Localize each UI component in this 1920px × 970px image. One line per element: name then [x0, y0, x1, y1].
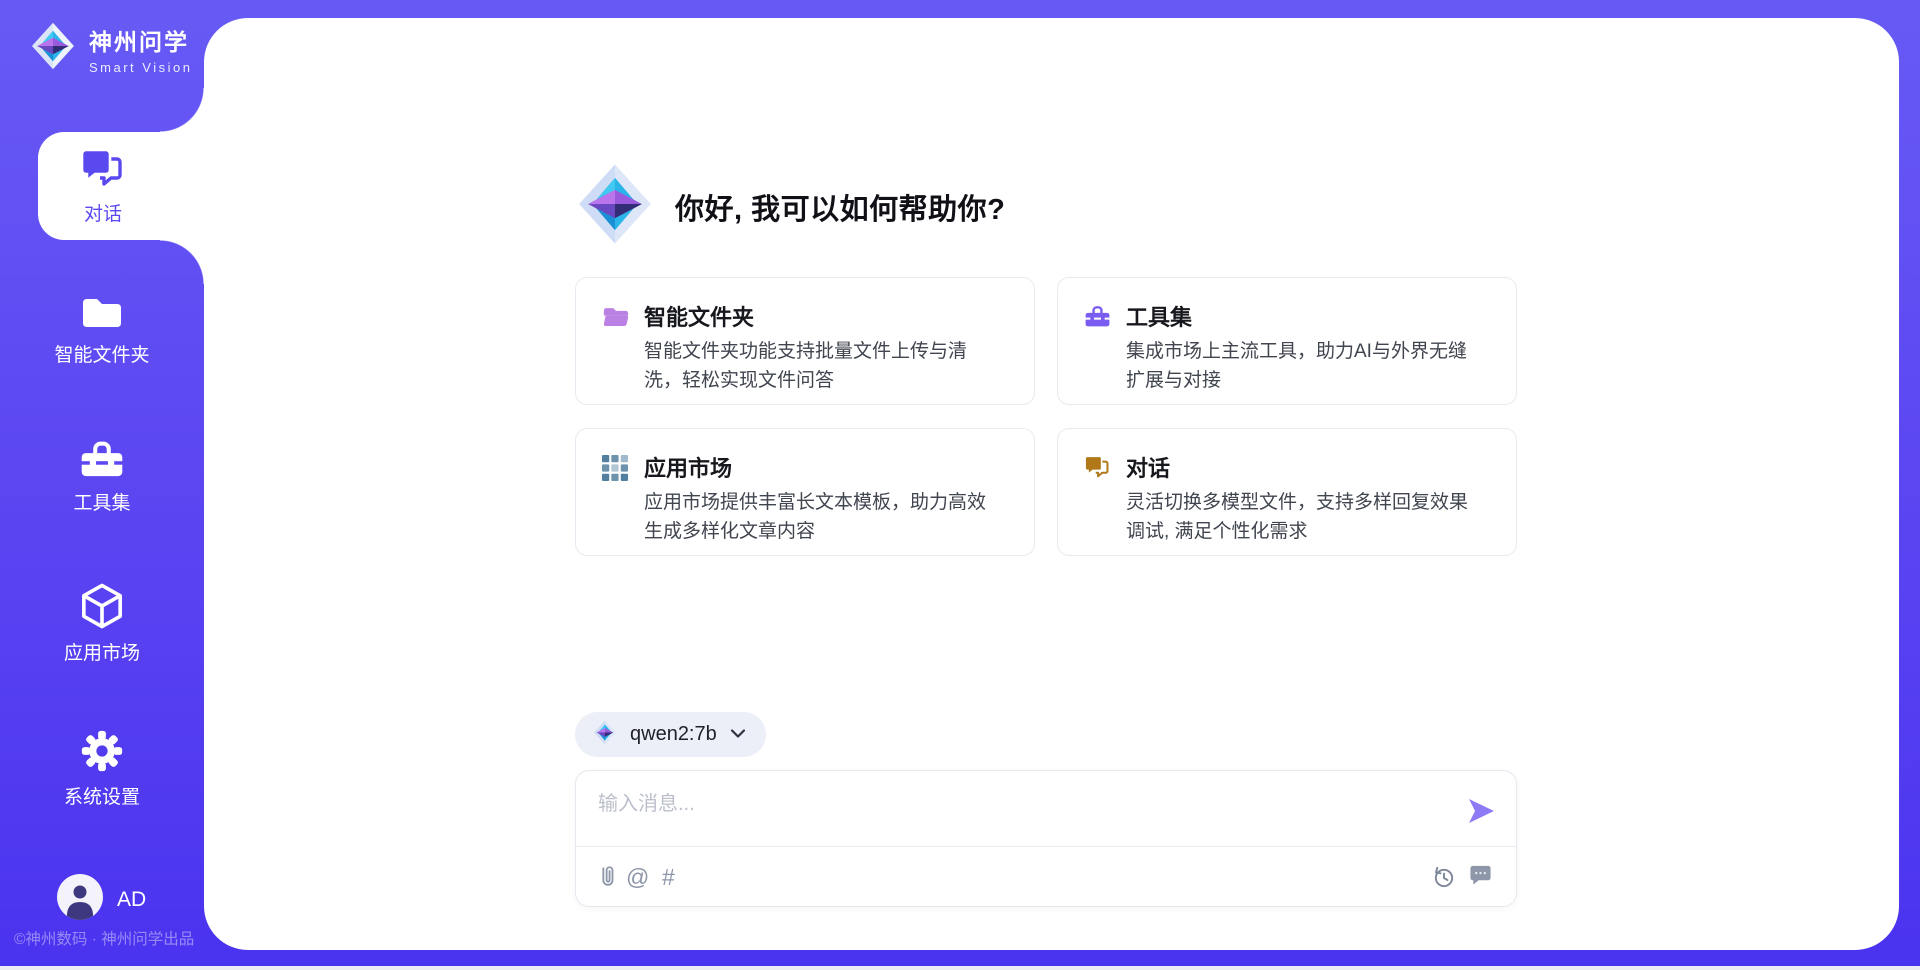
chevron-down-icon [730, 726, 746, 744]
sidebar-item-smart-folder[interactable]: 智能文件夹 [0, 294, 204, 367]
card-smart-folder[interactable]: 智能文件夹 智能文件夹功能支持批量文件上传与清洗，轻松实现文件问答 [575, 277, 1035, 405]
main-panel: 你好, 我可以如何帮助你? 智能文件夹 智能文件夹功能支持批量文件上传与清洗，轻… [204, 18, 1899, 950]
sidebar-item-label: 应用市场 [0, 638, 204, 665]
grid-icon [602, 455, 628, 486]
sidebar-item-label: 工具集 [0, 488, 204, 515]
folder-open-icon [602, 304, 630, 334]
brand-diamond-logo [30, 22, 76, 75]
sidebar-item-app-market[interactable]: 应用市场 [0, 583, 204, 665]
chat-bubbles-icon [80, 148, 126, 165]
topic-icon[interactable]: # [662, 864, 675, 890]
user-initials: AD [117, 888, 146, 912]
window-bottom-edge [0, 966, 1920, 970]
send-icon[interactable] [1466, 797, 1496, 825]
greeting-row: 你好, 我可以如何帮助你? [575, 163, 1005, 250]
copyright-footer: ©神州数码 · 神州问学出品 [14, 927, 194, 949]
cube-icon [81, 583, 123, 600]
card-description: 智能文件夹功能支持批量文件上传与清洗，轻松实现文件问答 [644, 337, 996, 395]
brand-title: 神州问学 [89, 23, 192, 57]
mention-icon[interactable]: @ [626, 864, 649, 890]
chat-bubbles-icon [1084, 455, 1111, 485]
greeting-title: 你好, 我可以如何帮助你? [675, 186, 1005, 228]
composer-toolbar: @ # [576, 847, 1516, 907]
sidebar-item-label: 对话 [20, 199, 186, 226]
card-title: 应用市场 [644, 451, 732, 483]
folder-icon [80, 294, 124, 311]
brand: 神州问学 Smart Vision [30, 22, 192, 75]
card-description: 集成市场上主流工具，助力AI与外界无缝扩展与对接 [1126, 337, 1478, 395]
attachment-icon[interactable] [596, 864, 618, 896]
tab-fillet-bottom [160, 240, 204, 284]
model-name: qwen2:7b [630, 723, 717, 746]
user-account[interactable]: AD [57, 874, 146, 925]
card-chat[interactable]: 对话 灵活切换多模型文件，支持多样回复效果调试, 满足个性化需求 [1057, 428, 1517, 556]
card-title: 智能文件夹 [644, 300, 754, 332]
feedback-chat-icon[interactable] [1469, 864, 1492, 891]
sidebar-item-label: 系统设置 [0, 782, 204, 809]
model-selector[interactable]: qwen2:7b [575, 712, 766, 757]
card-description: 灵活切换多模型文件，支持多样回复效果调试, 满足个性化需求 [1126, 488, 1478, 546]
toolbox-icon [79, 438, 125, 455]
toolbox-icon [1084, 304, 1111, 333]
card-title: 对话 [1126, 451, 1170, 483]
sidebar-item-toolset[interactable]: 工具集 [0, 438, 204, 515]
card-app-market[interactable]: 应用市场 应用市场提供丰富长文本模板，助力高效生成多样化文章内容 [575, 428, 1035, 556]
sidebar-item-settings[interactable]: 系统设置 [0, 729, 204, 809]
message-input[interactable] [598, 787, 1438, 839]
sidebar-item-chat[interactable]: 对话 [20, 148, 186, 226]
card-description: 应用市场提供丰富长文本模板，助力高效生成多样化文章内容 [644, 488, 996, 546]
card-title: 工具集 [1126, 300, 1192, 332]
card-toolset[interactable]: 工具集 集成市场上主流工具，助力AI与外界无缝扩展与对接 [1057, 277, 1517, 405]
tab-fillet-top [160, 88, 204, 132]
gear-icon [80, 729, 124, 746]
message-composer: @ # [575, 770, 1517, 907]
brand-diamond-logo-small [593, 720, 617, 750]
sidebar: 神州问学 Smart Vision 对话 智能文件夹 [0, 0, 204, 970]
sidebar-item-label: 智能文件夹 [0, 340, 204, 367]
history-icon[interactable] [1431, 864, 1456, 895]
content-column: 你好, 我可以如何帮助你? 智能文件夹 智能文件夹功能支持批量文件上传与清洗，轻… [575, 18, 1517, 950]
brand-subtitle: Smart Vision [89, 60, 192, 75]
brand-diamond-logo-large [575, 163, 655, 250]
feature-cards: 智能文件夹 智能文件夹功能支持批量文件上传与清洗，轻松实现文件问答 [575, 277, 1517, 556]
avatar [57, 874, 103, 925]
